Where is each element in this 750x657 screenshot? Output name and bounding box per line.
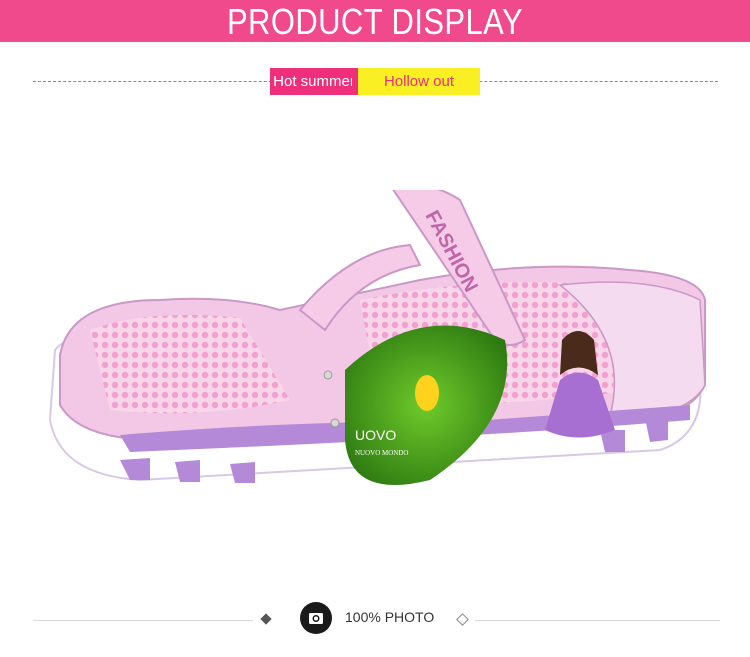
product-image: FASHION UOVO NUOVO MONDO	[0, 183, 750, 530]
tag-hollow-out: Hollow out	[358, 68, 480, 95]
photo-label: 100% PHOTO	[345, 609, 435, 625]
footer-divider-left	[33, 620, 253, 621]
camera-icon	[300, 602, 332, 634]
diamond-icon	[260, 613, 272, 625]
tag-hot-summer: Hot summer	[270, 68, 358, 95]
hangtag-brand: UOVO	[355, 427, 396, 443]
footer-divider-right	[475, 620, 720, 621]
page-title: PRODUCT DISPLAY	[226, 1, 524, 42]
hangtag-sub: NUOVO MONDO	[355, 449, 408, 457]
diamond-outline-icon	[456, 613, 469, 626]
